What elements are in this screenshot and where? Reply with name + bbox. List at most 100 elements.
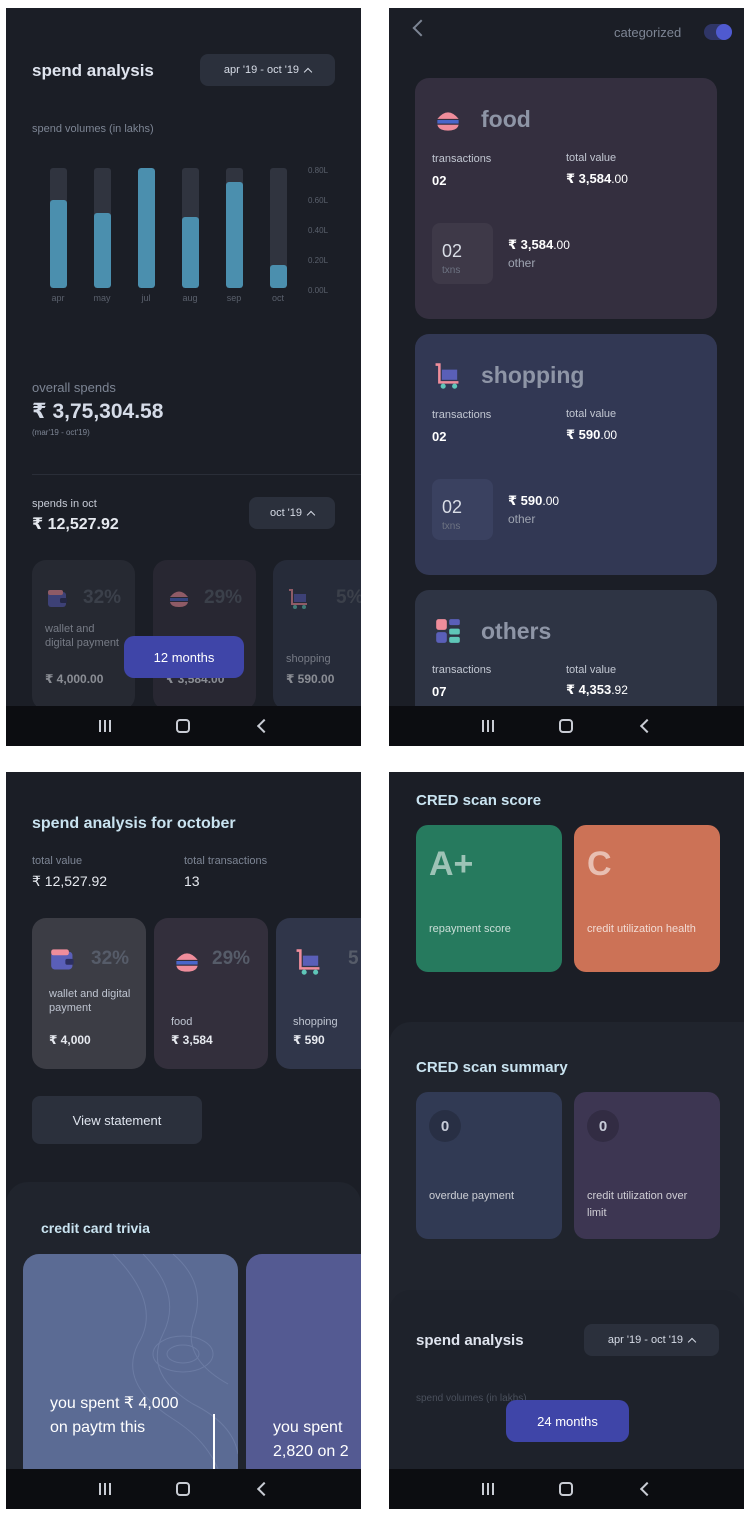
category-name: wallet and digital payment [49, 988, 131, 1014]
date-range-label: apr '19 - oct '19 [607, 1334, 684, 1346]
category-value: ₹ 590.00 [286, 672, 335, 686]
topographic-pattern [112, 1254, 238, 1484]
summary-label: overdue payment [429, 1190, 514, 1202]
txn-count-box: 02 txns [432, 223, 493, 284]
screen-spend-analysis: spend analysis apr '19 - oct '19 spend v… [6, 8, 361, 746]
x-tick-label: oct [271, 293, 284, 303]
category-card-food[interactable]: food transactions 02 total value ₹ 3,584… [415, 78, 717, 319]
total-value-label: total value [32, 855, 83, 867]
summary-section-title: CRED scan summary [416, 1059, 568, 1076]
spend-section-title: spend analysis [416, 1332, 524, 1349]
trivia-card[interactable]: you spent 2,820 on 2 [246, 1254, 361, 1484]
trivia-text: you spent ₹ 4,000 on paytm this [50, 1395, 179, 1436]
toggle-label: categorized [614, 25, 682, 40]
date-range-pill[interactable]: apr '19 - oct '19 [584, 1324, 719, 1356]
category-card-shopping[interactable]: 5 shopping ₹ 590 [276, 918, 361, 1069]
score-card-repayment[interactable]: A+ repayment score [416, 825, 562, 972]
transactions-value: 02 [432, 173, 447, 188]
category-percent: 32% [91, 948, 130, 969]
category-name: food [171, 1016, 193, 1028]
score-card-utilization[interactable]: C credit utilization health [574, 825, 720, 972]
trivia-text: you spent 2,820 on 2 [273, 1419, 349, 1460]
page-title: spend analysis for october [32, 815, 236, 832]
score-section-title: CRED scan score [416, 792, 542, 809]
recent-apps-icon[interactable] [481, 1483, 494, 1495]
months-filter-button[interactable]: 24 months [506, 1400, 629, 1442]
toggle-knob [716, 24, 732, 40]
home-icon[interactable] [175, 1482, 190, 1496]
bar-sep[interactable] [226, 182, 243, 288]
categorized-toggle[interactable] [704, 24, 732, 40]
summary-value: 0 [587, 1110, 619, 1142]
subcategory-label: other [508, 256, 536, 270]
x-tick-label: sep [226, 293, 242, 303]
y-tick-label: 0.60L [308, 196, 329, 205]
txn-count-box: 02 txns [432, 479, 493, 540]
android-nav-bar [6, 706, 361, 746]
txn-label: txns [442, 521, 461, 532]
total-value-label: total value [566, 408, 617, 420]
back-icon[interactable] [256, 1481, 271, 1497]
screen-cred-scan: CRED scan score A+ repayment score C cre… [389, 772, 744, 1509]
category-value: ₹ 4,000.00 [45, 672, 104, 686]
android-nav-bar [389, 1469, 744, 1509]
bar-oct[interactable] [270, 265, 287, 288]
txn-count: 02 [442, 241, 463, 261]
bar-aug[interactable] [182, 217, 199, 288]
burger-icon [170, 591, 188, 607]
bar-track-jul [138, 168, 155, 288]
screen-october-analysis: spend analysis for october total value ₹… [6, 772, 361, 1509]
x-tick-label: jul [141, 293, 151, 303]
grade: C [587, 845, 612, 883]
month-pill[interactable]: oct '19 [249, 497, 335, 529]
view-statement-button[interactable]: View statement [32, 1096, 202, 1144]
grade: A+ [429, 845, 474, 883]
category-name: wallet and digital payment [45, 623, 119, 649]
category-name: shopping [293, 1016, 338, 1028]
home-icon[interactable] [558, 1482, 573, 1496]
wallet-icon [48, 590, 67, 607]
total-value: ₹ 3,584.00 [566, 171, 628, 186]
recent-apps-icon[interactable] [481, 720, 494, 732]
bar-may[interactable] [94, 213, 111, 288]
bar-track-sep [226, 168, 243, 288]
back-chevron-icon[interactable] [412, 19, 430, 37]
home-icon[interactable] [558, 719, 573, 733]
subcategory-label: other [508, 512, 536, 526]
burger-icon [437, 112, 459, 131]
category-card-shopping[interactable]: 5% shopping ₹ 590.00 [273, 560, 361, 710]
category-card-wallet[interactable]: 32% wallet and digital payment ₹ 4,000.0… [32, 560, 135, 710]
category-percent: 32% [83, 587, 122, 608]
back-icon[interactable] [639, 718, 654, 734]
category-card-shopping[interactable]: shopping transactions 02 total value ₹ 5… [415, 334, 717, 575]
home-icon[interactable] [175, 719, 190, 733]
y-tick-label: 0.80L [308, 166, 329, 175]
total-value-label: total value [566, 664, 617, 676]
total-value-label: total value [566, 152, 617, 164]
shopping-cart-icon [289, 589, 307, 609]
months-filter-button[interactable]: 12 months [124, 636, 244, 678]
bar-jul[interactable] [138, 168, 155, 288]
back-icon[interactable] [256, 718, 271, 734]
category-card-wallet[interactable]: 32% wallet and digital payment ₹ 4,000 [32, 918, 146, 1069]
back-icon[interactable] [639, 1481, 654, 1497]
month-spends-label: spends in oct [32, 498, 97, 510]
category-percent: 29% [212, 948, 251, 969]
bar-apr[interactable] [50, 200, 67, 288]
summary-value: 0 [429, 1110, 461, 1142]
summary-card-over-limit[interactable]: 0 credit utilization over limit [574, 1092, 720, 1239]
divider [32, 474, 361, 475]
category-name: shopping [286, 653, 331, 665]
recent-apps-icon[interactable] [98, 720, 111, 732]
category-card-food[interactable]: 29% food ₹ 3,584 [154, 918, 268, 1069]
shopping-cart-icon [435, 363, 459, 389]
category-card-food[interactable]: 29% food ₹ 3,584.00 [153, 560, 256, 710]
total-transactions-label: total transactions [184, 855, 268, 867]
trivia-card[interactable]: you spent ₹ 4,000 on paytm this [23, 1254, 238, 1484]
summary-card-overdue[interactable]: 0 overdue payment [416, 1092, 562, 1239]
overall-spends-range: (mar'19 - oct'19) [32, 428, 90, 437]
transactions-label: transactions [432, 409, 492, 421]
burger-icon [176, 953, 198, 972]
recent-apps-icon[interactable] [98, 1483, 111, 1495]
category-value: ₹ 3,584 [171, 1033, 213, 1047]
